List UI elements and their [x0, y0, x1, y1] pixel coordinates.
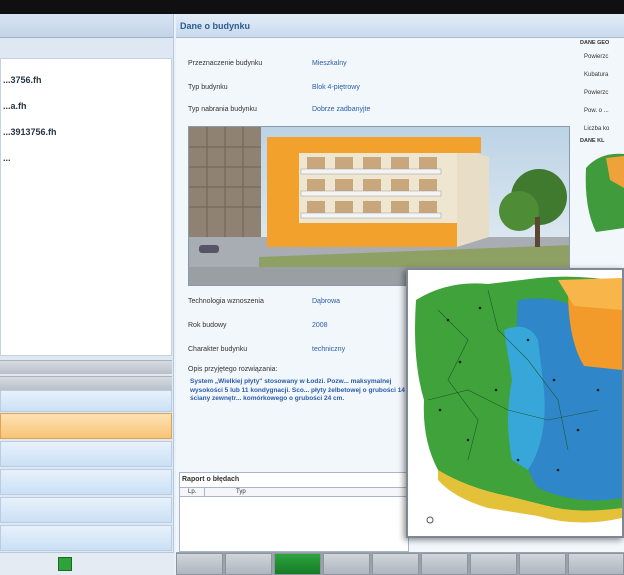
- character-label: Charakter budynku: [188, 346, 248, 353]
- toolbar-tab[interactable]: [372, 553, 419, 575]
- building-photo: [188, 126, 570, 286]
- solution-label: Opis przyjętego rozwiązania:: [188, 366, 278, 373]
- sidebar-button-active[interactable]: [0, 413, 172, 439]
- geo-data-row: Powierzc: [584, 90, 609, 96]
- sidebar-header: [0, 14, 173, 38]
- col-typ[interactable]: Typ: [236, 489, 246, 495]
- year-value[interactable]: 2008: [312, 322, 328, 329]
- geo-data-row: Powierzc: [584, 54, 609, 60]
- error-report-panel: Raport o błędach Lp. Typ: [179, 472, 409, 552]
- toolbar-tab[interactable]: [323, 553, 370, 575]
- toolbar-tab[interactable]: [421, 553, 468, 575]
- sidebar-button[interactable]: [0, 525, 172, 551]
- report-table-header: Lp. Typ: [180, 487, 408, 497]
- report-title: Raport o błędach: [182, 476, 240, 483]
- toolbar-tab[interactable]: [568, 553, 624, 575]
- list-item[interactable]: ...: [1, 145, 171, 171]
- type-label: Typ budynku: [188, 84, 228, 91]
- screen-bezel-top: [0, 0, 624, 14]
- climate-data-header: DANE KL: [580, 138, 605, 144]
- panel-title: Dane o budynku: [176, 14, 624, 38]
- geo-data-row: Kubatura: [584, 72, 609, 78]
- geo-data-row: Pow. o ...: [584, 108, 609, 114]
- geo-data-row: Liczba ko: [584, 126, 610, 132]
- type-value[interactable]: Blok 4-piętrowy: [312, 84, 360, 91]
- toolbar-tab[interactable]: [176, 553, 223, 575]
- sidebar-separator: [0, 376, 172, 390]
- solution-description: System „Wielkiej płyty" stosowany w Łodz…: [190, 378, 418, 402]
- sidebar-footer: [0, 552, 174, 575]
- col-lp[interactable]: Lp.: [188, 489, 196, 495]
- year-label: Rok budowy: [188, 322, 227, 329]
- geo-data-header: DANE GEO: [580, 40, 610, 46]
- file-list[interactable]: ...3756.fh ...a.fh ...3913756.fh ...: [0, 58, 172, 356]
- sidebar-button[interactable]: [0, 441, 172, 467]
- sidebar-button[interactable]: [0, 497, 172, 523]
- condition-label: Typ nabrania budynku: [188, 106, 257, 113]
- tech-value[interactable]: Dąbrowa: [312, 298, 340, 305]
- list-item[interactable]: ...a.fh: [1, 93, 171, 119]
- tech-label: Technologia wznoszenia: [188, 298, 264, 305]
- climate-map-window[interactable]: [406, 268, 624, 538]
- sidebar-button[interactable]: [0, 390, 172, 412]
- climate-map-thumbnail[interactable]: [580, 148, 624, 238]
- toolbar-tab[interactable]: [470, 553, 517, 575]
- purpose-value[interactable]: Mieszkalny: [312, 60, 347, 67]
- sidebar-button[interactable]: [0, 469, 172, 495]
- green-status-icon[interactable]: [58, 557, 72, 571]
- purpose-label: Przeznaczenie budynku: [188, 60, 263, 67]
- condition-value[interactable]: Dobrze zadbanyjte: [312, 106, 370, 113]
- geo-data-column: DANE GEO Powierzc Kubatura Powierzc Pow.…: [580, 40, 624, 280]
- toolbar-tab[interactable]: [519, 553, 566, 575]
- list-item[interactable]: ...3913756.fh: [1, 119, 171, 145]
- sidebar-separator: [0, 360, 172, 374]
- character-value[interactable]: techniczny: [312, 346, 345, 353]
- bottom-toolbar: [176, 552, 624, 575]
- list-item[interactable]: ...3756.fh: [1, 67, 171, 93]
- left-sidebar: ...3756.fh ...a.fh ...3913756.fh ...: [0, 14, 174, 575]
- app-window: ...3756.fh ...a.fh ...3913756.fh ... Dan…: [0, 14, 624, 575]
- toolbar-tab[interactable]: [225, 553, 272, 575]
- toolbar-tab-active[interactable]: [274, 553, 321, 575]
